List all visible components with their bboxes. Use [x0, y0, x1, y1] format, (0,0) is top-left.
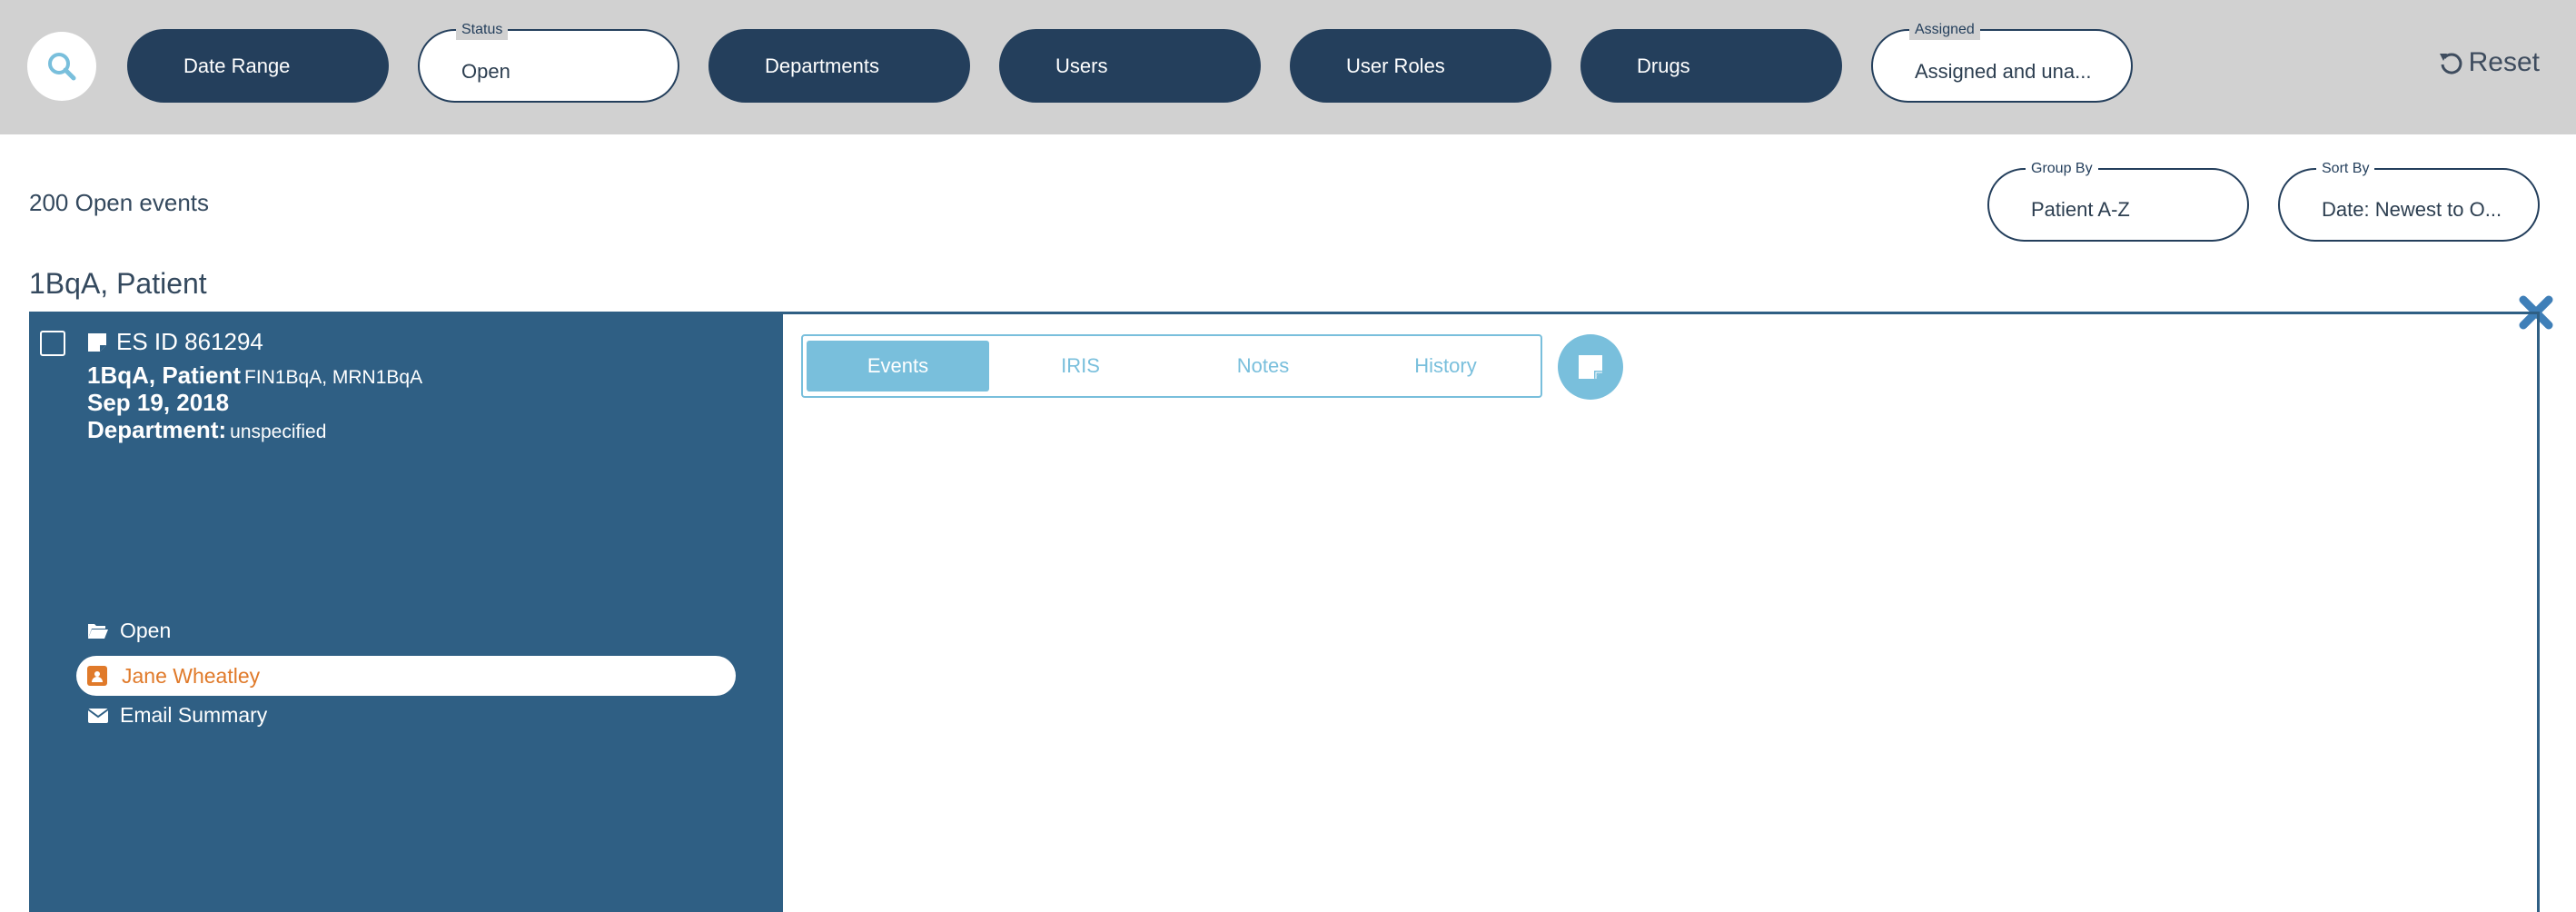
email-summary-action[interactable]: Email Summary [87, 703, 267, 728]
note-icon [88, 332, 106, 352]
events-count: 200 Open events [29, 189, 210, 216]
email-summary-label: Email Summary [120, 703, 268, 727]
add-note-button[interactable] [1558, 334, 1623, 400]
search-button[interactable] [27, 32, 96, 101]
assignee-name: Jane Wheatley [122, 663, 261, 688]
es-id-line: ES ID 861294 [87, 328, 263, 356]
tab-notes[interactable]: Notes [1172, 341, 1354, 392]
note-icon [1579, 355, 1602, 379]
department-value: unspecified [230, 421, 327, 442]
user-roles-label: User Roles [1346, 54, 1445, 77]
date-range-filter[interactable]: Date Range [127, 29, 389, 103]
reset-button[interactable]: Reset [2438, 47, 2540, 78]
group-by-select[interactable]: Group By Patient A-Z [1987, 159, 2249, 242]
event-date: Sep 19, 2018 [87, 389, 230, 416]
sort-by-select[interactable]: Sort By Date: Newest to O... [2278, 159, 2540, 242]
tab-events[interactable]: Events [807, 341, 989, 392]
assigned-value: Assigned and una... [1915, 59, 2092, 83]
event-details-panel: ES ID 861294 1BqA, Patient FIN1BqA, MRN1B… [29, 314, 783, 912]
assigned-filter[interactable]: Assigned Assigned and una... [1871, 20, 2133, 103]
search-icon [48, 53, 76, 81]
event-checkbox[interactable] [40, 331, 65, 356]
department-line: Department: unspecified [87, 416, 326, 444]
es-id: ES ID 861294 [116, 328, 263, 355]
group-by-legend: Group By [2026, 159, 2098, 179]
patient-line: 1BqA, Patient FIN1BqA, MRN1BqA [87, 362, 422, 390]
event-tabs: Events IRIS Notes History [801, 334, 1542, 398]
patient-ids: FIN1BqA, MRN1BqA [244, 367, 423, 388]
event-card: ES ID 861294 1BqA, Patient FIN1BqA, MRN1B… [29, 312, 2540, 912]
date-range-label: Date Range [183, 54, 291, 77]
assignee-button[interactable]: Jane Wheatley [76, 656, 736, 696]
envelope-icon [87, 708, 109, 723]
tab-iris[interactable]: IRIS [989, 341, 1172, 392]
user-badge-icon [87, 666, 107, 686]
folder-open-icon [88, 623, 108, 639]
drugs-filter[interactable]: Drugs [1580, 29, 1842, 103]
status-value: Open [461, 59, 510, 83]
filter-bar: Date Range Status Open Departments Users… [0, 0, 2576, 134]
status-action[interactable]: Open [87, 619, 171, 643]
departments-label: Departments [765, 54, 879, 77]
group-heading: 1BqA, Patient [29, 267, 207, 300]
departments-filter[interactable]: Departments [708, 29, 970, 103]
status-filter[interactable]: Status Open [418, 20, 679, 103]
users-filter[interactable]: Users [999, 29, 1261, 103]
group-by-value: Patient A-Z [2031, 197, 2130, 221]
sort-by-legend: Sort By [2316, 159, 2375, 179]
reset-icon [2439, 53, 2462, 74]
sort-by-value: Date: Newest to O... [2322, 197, 2502, 221]
department-label: Department: [87, 416, 227, 443]
tab-history[interactable]: History [1354, 341, 1537, 392]
users-label: Users [1055, 54, 1108, 77]
user-roles-filter[interactable]: User Roles [1290, 29, 1551, 103]
status-action-label: Open [120, 619, 172, 642]
assigned-legend: Assigned [1909, 20, 1980, 40]
patient-name: 1BqA, Patient [87, 362, 242, 389]
status-legend: Status [456, 20, 509, 40]
drugs-label: Drugs [1637, 54, 1690, 77]
reset-label: Reset [2468, 47, 2540, 77]
